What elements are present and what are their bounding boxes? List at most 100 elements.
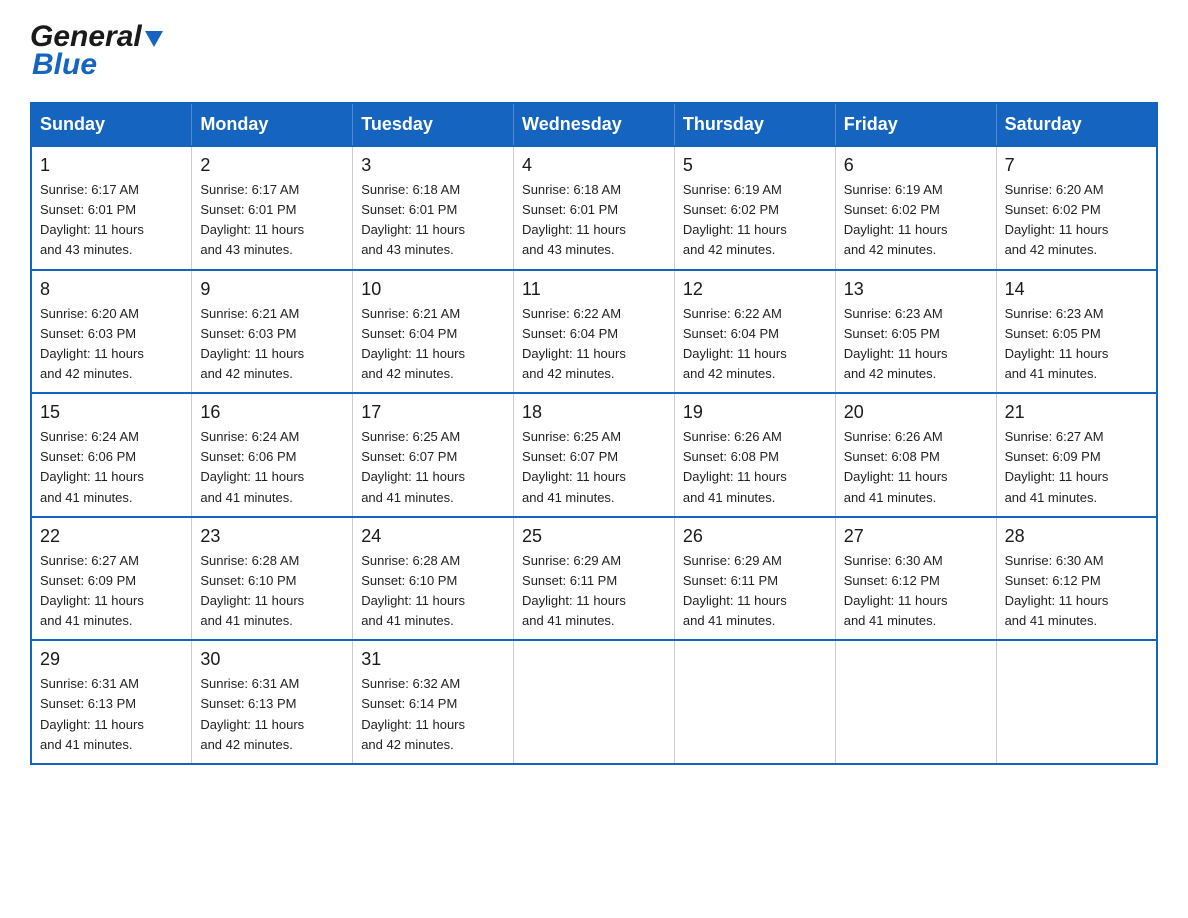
- calendar-day-22: 22 Sunrise: 6:27 AM Sunset: 6:09 PM Dayli…: [31, 517, 192, 641]
- calendar-week-row: 29 Sunrise: 6:31 AM Sunset: 6:13 PM Dayli…: [31, 640, 1157, 764]
- calendar-day-7: 7 Sunrise: 6:20 AM Sunset: 6:02 PM Daylig…: [996, 146, 1157, 270]
- calendar-day-9: 9Sunrise: 6:21 AM Sunset: 6:03 PM Daylig…: [192, 270, 353, 394]
- day-number: 30: [200, 649, 344, 670]
- calendar-day-25: 25 Sunrise: 6:29 AM Sunset: 6:11 PM Dayli…: [514, 517, 675, 641]
- day-info: Sunrise: 6:22 AM Sunset: 6:04 PM Dayligh…: [683, 304, 827, 385]
- day-info: Sunrise: 6:21 AM Sunset: 6:04 PM Dayligh…: [361, 304, 505, 385]
- day-info: Sunrise: 6:19 AM Sunset: 6:02 PM Dayligh…: [683, 180, 827, 261]
- day-number: 17: [361, 402, 505, 423]
- day-number: 8: [40, 279, 183, 300]
- empty-cell: [674, 640, 835, 764]
- day-number: 21: [1005, 402, 1148, 423]
- calendar-day-18: 18Sunrise: 6:25 AM Sunset: 6:07 PM Dayli…: [514, 393, 675, 517]
- logo: General Blue: [30, 20, 163, 82]
- calendar-day-20: 20 Sunrise: 6:26 AM Sunset: 6:08 PM Dayli…: [835, 393, 996, 517]
- day-info: Sunrise: 6:19 AM Sunset: 6:02 PM Dayligh…: [844, 180, 988, 261]
- day-number: 6: [844, 155, 988, 176]
- day-number: 10: [361, 279, 505, 300]
- weekday-header-sunday: Sunday: [31, 103, 192, 146]
- calendar-table: SundayMondayTuesdayWednesdayThursdayFrid…: [30, 102, 1158, 765]
- day-info: Sunrise: 6:30 AM Sunset: 6:12 PM Dayligh…: [1005, 551, 1148, 632]
- day-number: 31: [361, 649, 505, 670]
- calendar-day-12: 12 Sunrise: 6:22 AM Sunset: 6:04 PM Dayli…: [674, 270, 835, 394]
- day-info: Sunrise: 6:26 AM Sunset: 6:08 PM Dayligh…: [683, 427, 827, 508]
- day-number: 1: [40, 155, 183, 176]
- calendar-day-5: 5 Sunrise: 6:19 AM Sunset: 6:02 PM Daylig…: [674, 146, 835, 270]
- calendar-day-4: 4 Sunrise: 6:18 AM Sunset: 6:01 PM Daylig…: [514, 146, 675, 270]
- day-number: 26: [683, 526, 827, 547]
- calendar-week-row: 22 Sunrise: 6:27 AM Sunset: 6:09 PM Dayli…: [31, 517, 1157, 641]
- day-info: Sunrise: 6:31 AM Sunset: 6:13 PM Dayligh…: [200, 674, 344, 755]
- empty-cell: [835, 640, 996, 764]
- calendar-week-row: 15 Sunrise: 6:24 AM Sunset: 6:06 PM Dayli…: [31, 393, 1157, 517]
- logo-blue-text: Blue: [30, 48, 163, 82]
- day-number: 15: [40, 402, 183, 423]
- day-number: 7: [1005, 155, 1148, 176]
- day-number: 13: [844, 279, 988, 300]
- day-number: 14: [1005, 279, 1148, 300]
- logo-triangle-icon: [145, 31, 163, 47]
- day-number: 4: [522, 155, 666, 176]
- day-info: Sunrise: 6:17 AM Sunset: 6:01 PM Dayligh…: [200, 180, 344, 261]
- calendar-header-row: SundayMondayTuesdayWednesdayThursdayFrid…: [31, 103, 1157, 146]
- calendar-day-2: 2 Sunrise: 6:17 AM Sunset: 6:01 PM Daylig…: [192, 146, 353, 270]
- day-info: Sunrise: 6:27 AM Sunset: 6:09 PM Dayligh…: [1005, 427, 1148, 508]
- calendar-day-21: 21 Sunrise: 6:27 AM Sunset: 6:09 PM Dayli…: [996, 393, 1157, 517]
- calendar-week-row: 1 Sunrise: 6:17 AM Sunset: 6:01 PM Daylig…: [31, 146, 1157, 270]
- day-number: 2: [200, 155, 344, 176]
- calendar-day-27: 27Sunrise: 6:30 AM Sunset: 6:12 PM Dayli…: [835, 517, 996, 641]
- day-info: Sunrise: 6:24 AM Sunset: 6:06 PM Dayligh…: [40, 427, 183, 508]
- day-info: Sunrise: 6:20 AM Sunset: 6:02 PM Dayligh…: [1005, 180, 1148, 261]
- calendar-day-17: 17 Sunrise: 6:25 AM Sunset: 6:07 PM Dayli…: [353, 393, 514, 517]
- day-number: 9: [200, 279, 344, 300]
- day-info: Sunrise: 6:27 AM Sunset: 6:09 PM Dayligh…: [40, 551, 183, 632]
- day-number: 28: [1005, 526, 1148, 547]
- calendar-day-1: 1Sunrise: 6:17 AM Sunset: 6:01 PM Daylig…: [31, 146, 192, 270]
- day-info: Sunrise: 6:31 AM Sunset: 6:13 PM Dayligh…: [40, 674, 183, 755]
- weekday-header-saturday: Saturday: [996, 103, 1157, 146]
- calendar-day-16: 16 Sunrise: 6:24 AM Sunset: 6:06 PM Dayli…: [192, 393, 353, 517]
- weekday-header-tuesday: Tuesday: [353, 103, 514, 146]
- day-number: 29: [40, 649, 183, 670]
- day-number: 22: [40, 526, 183, 547]
- calendar-day-14: 14 Sunrise: 6:23 AM Sunset: 6:05 PM Dayli…: [996, 270, 1157, 394]
- day-info: Sunrise: 6:29 AM Sunset: 6:11 PM Dayligh…: [522, 551, 666, 632]
- empty-cell: [514, 640, 675, 764]
- day-info: Sunrise: 6:18 AM Sunset: 6:01 PM Dayligh…: [361, 180, 505, 261]
- day-info: Sunrise: 6:20 AM Sunset: 6:03 PM Dayligh…: [40, 304, 183, 385]
- calendar-day-13: 13 Sunrise: 6:23 AM Sunset: 6:05 PM Dayli…: [835, 270, 996, 394]
- day-info: Sunrise: 6:29 AM Sunset: 6:11 PM Dayligh…: [683, 551, 827, 632]
- day-info: Sunrise: 6:28 AM Sunset: 6:10 PM Dayligh…: [361, 551, 505, 632]
- day-info: Sunrise: 6:23 AM Sunset: 6:05 PM Dayligh…: [844, 304, 988, 385]
- day-number: 12: [683, 279, 827, 300]
- day-info: Sunrise: 6:24 AM Sunset: 6:06 PM Dayligh…: [200, 427, 344, 508]
- day-info: Sunrise: 6:25 AM Sunset: 6:07 PM Dayligh…: [361, 427, 505, 508]
- day-number: 11: [522, 279, 666, 300]
- day-number: 25: [522, 526, 666, 547]
- page-header: General Blue: [30, 20, 1158, 82]
- day-number: 16: [200, 402, 344, 423]
- empty-cell: [996, 640, 1157, 764]
- day-number: 23: [200, 526, 344, 547]
- calendar-day-28: 28 Sunrise: 6:30 AM Sunset: 6:12 PM Dayli…: [996, 517, 1157, 641]
- calendar-day-11: 11 Sunrise: 6:22 AM Sunset: 6:04 PM Dayli…: [514, 270, 675, 394]
- day-info: Sunrise: 6:23 AM Sunset: 6:05 PM Dayligh…: [1005, 304, 1148, 385]
- calendar-day-23: 23Sunrise: 6:28 AM Sunset: 6:10 PM Dayli…: [192, 517, 353, 641]
- day-info: Sunrise: 6:26 AM Sunset: 6:08 PM Dayligh…: [844, 427, 988, 508]
- day-number: 20: [844, 402, 988, 423]
- weekday-header-monday: Monday: [192, 103, 353, 146]
- calendar-day-15: 15 Sunrise: 6:24 AM Sunset: 6:06 PM Dayli…: [31, 393, 192, 517]
- calendar-day-29: 29 Sunrise: 6:31 AM Sunset: 6:13 PM Dayli…: [31, 640, 192, 764]
- weekday-header-wednesday: Wednesday: [514, 103, 675, 146]
- weekday-header-friday: Friday: [835, 103, 996, 146]
- calendar-day-26: 26 Sunrise: 6:29 AM Sunset: 6:11 PM Dayli…: [674, 517, 835, 641]
- calendar-day-8: 8 Sunrise: 6:20 AM Sunset: 6:03 PM Daylig…: [31, 270, 192, 394]
- day-info: Sunrise: 6:18 AM Sunset: 6:01 PM Dayligh…: [522, 180, 666, 261]
- day-number: 24: [361, 526, 505, 547]
- calendar-day-30: 30 Sunrise: 6:31 AM Sunset: 6:13 PM Dayli…: [192, 640, 353, 764]
- day-number: 5: [683, 155, 827, 176]
- day-info: Sunrise: 6:30 AM Sunset: 6:12 PM Dayligh…: [844, 551, 988, 632]
- calendar-day-6: 6 Sunrise: 6:19 AM Sunset: 6:02 PM Daylig…: [835, 146, 996, 270]
- day-info: Sunrise: 6:22 AM Sunset: 6:04 PM Dayligh…: [522, 304, 666, 385]
- day-info: Sunrise: 6:32 AM Sunset: 6:14 PM Dayligh…: [361, 674, 505, 755]
